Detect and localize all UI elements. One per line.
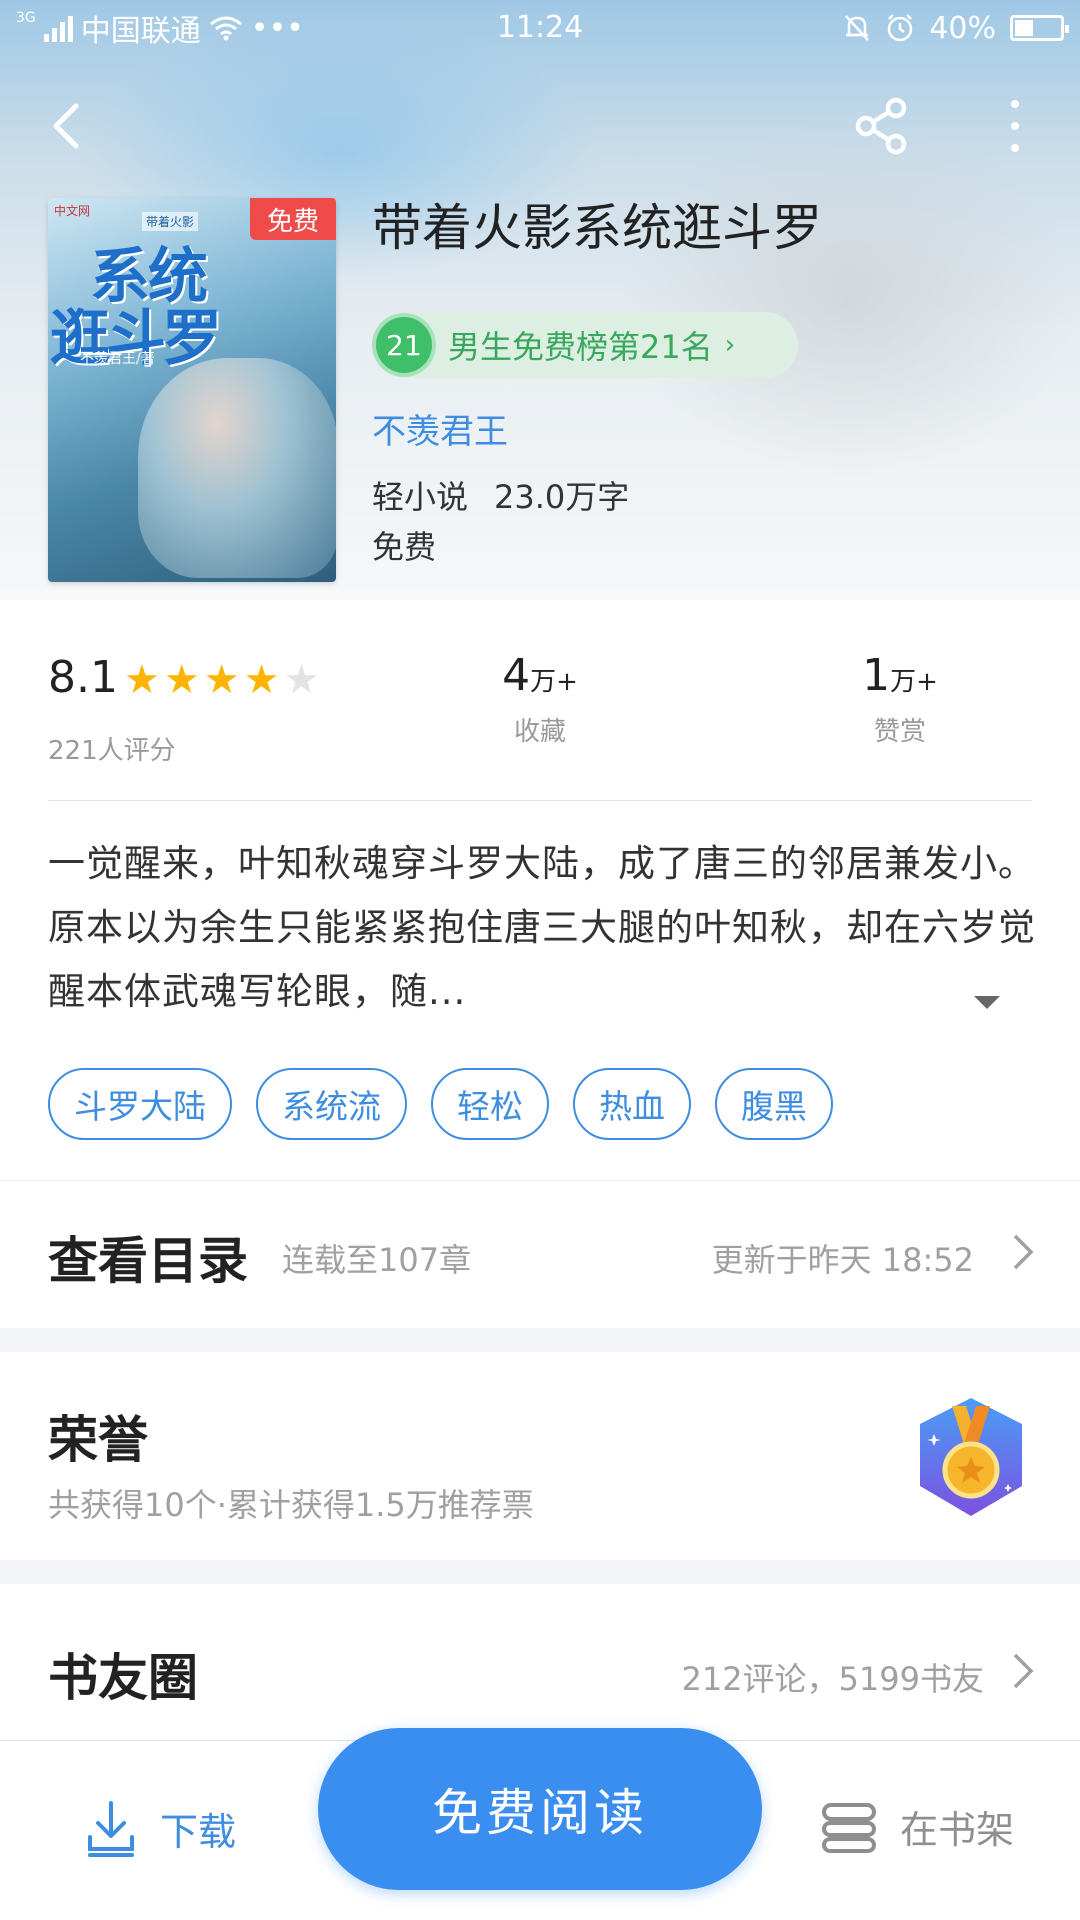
chevron-right-icon	[1013, 1234, 1034, 1270]
expand-triangle-icon[interactable]	[972, 992, 1002, 1012]
status-time: 11:24	[496, 10, 584, 45]
tag-chip[interactable]: 热血	[573, 1068, 691, 1140]
on-shelf-button[interactable]: 在书架	[820, 1799, 1014, 1854]
download-label: 下载	[160, 1809, 237, 1854]
rating-stars: ★ ★ ★ ★ ★	[124, 660, 319, 700]
hero-blur-shade	[620, 120, 1080, 480]
shelf-label: 在书架	[900, 1808, 1015, 1852]
book-description[interactable]: 一觉醒来，叶知秋魂穿斗罗大陆，成了唐三的邻居兼发小。原本以为余生只能紧紧抱住唐三…	[48, 832, 1038, 1024]
book-meta: 轻小说 23.0万字	[372, 472, 629, 518]
chevron-left-icon[interactable]	[40, 96, 100, 156]
cover-illustration	[138, 358, 336, 578]
star-icon: ★	[163, 657, 200, 703]
divider	[48, 800, 1032, 801]
catalog-title: 查看目录	[48, 1231, 248, 1290]
raters-count: 221人评分	[48, 736, 176, 766]
catalog-row[interactable]: 查看目录 连载至107章 更新于昨天 18:52	[0, 1180, 1080, 1328]
honor-title: 荣誉	[48, 1410, 148, 1469]
tag-chip[interactable]: 系统流	[256, 1068, 407, 1140]
book-cover[interactable]: 中文网 带着火影 系统 逛斗罗 不羡君王/著 免费	[48, 198, 336, 582]
tag-chip[interactable]: 斗罗大陆	[48, 1068, 232, 1140]
honor-section[interactable]: 荣誉 共获得10个·累计获得1.5万推荐票	[0, 1352, 1080, 1560]
book-circle-summary: 212评论，5199书友	[681, 1660, 984, 1698]
catalog-status: 连载至107章	[282, 1241, 472, 1279]
tag-list: 斗罗大陆 系统流 轻松 热血 腹黑	[48, 1068, 833, 1140]
top-nav	[0, 86, 1080, 166]
book-summary-card: 8.1 ★ ★ ★ ★ ★ 221人评分 4万+ 收藏 1万+ 赞赏 一觉醒来，叶知秋魂…	[0, 600, 1080, 1180]
book-title: 带着火影系统逛斗罗	[372, 199, 822, 257]
catalog-updated: 更新于昨天 18:52	[711, 1241, 974, 1279]
star-icon: ★	[124, 657, 160, 703]
download-button[interactable]: 下载	[84, 1799, 236, 1857]
favorites-value: 4	[502, 650, 531, 701]
chevron-right-icon: ›	[724, 330, 736, 360]
favorites-unit: 万+	[530, 667, 578, 697]
status-bar: 3G 中国联通 ••• 11:24 40%	[0, 0, 1080, 56]
favorites-stat: 4万+ 收藏	[460, 650, 620, 748]
rewards-label: 赞赏	[873, 717, 926, 747]
word-count: 23.0万字	[494, 478, 630, 516]
book-category: 轻小说	[372, 478, 469, 516]
free-badge: 免费	[250, 198, 336, 240]
honor-summary: 共获得10个·累计获得1.5万推荐票	[48, 1486, 534, 1524]
bookshelf-icon	[822, 1802, 876, 1853]
favorites-label: 收藏	[513, 717, 566, 747]
book-circle-section[interactable]: 书友圈 212评论，5199书友	[0, 1584, 1080, 1744]
rating-score: 8.1	[48, 652, 118, 703]
rank-number: 21	[376, 317, 432, 373]
star-icon: ★	[203, 657, 240, 703]
rank-badge[interactable]: 21 男生免费榜第21名 ›	[372, 312, 798, 378]
tag-chip[interactable]: 腹黑	[715, 1068, 833, 1140]
cover-publisher: 中文网	[54, 204, 91, 218]
star-icon: ★	[243, 657, 280, 703]
medal-icon	[920, 1398, 1022, 1516]
book-info: 带着火影系统逛斗罗 21 男生免费榜第21名 › 不羡君王 轻小说 23.0万字 …	[372, 196, 1052, 566]
star-icon: ★	[283, 657, 320, 703]
rank-label: 男生免费榜第21名	[448, 328, 713, 366]
cover-author: 不羡君王/著	[80, 351, 155, 367]
battery-icon	[1010, 15, 1069, 41]
chevron-right-icon	[1013, 1653, 1034, 1689]
author-link[interactable]: 不羡君王	[372, 404, 508, 453]
rewards-value: 1	[862, 650, 891, 701]
free-read-button[interactable]: 免费阅读	[318, 1728, 762, 1890]
share-icon[interactable]	[850, 94, 914, 158]
book-price: 免费	[372, 528, 437, 566]
book-circle-title: 书友圈	[48, 1648, 198, 1707]
stats-row: 8.1 ★ ★ ★ ★ ★ 221人评分 4万+ 收藏 1万+ 赞赏	[0, 600, 1080, 800]
tag-chip[interactable]: 轻松	[431, 1068, 549, 1140]
download-icon	[88, 1801, 134, 1857]
rewards-unit: 万+	[890, 667, 938, 697]
more-vertical-icon[interactable]	[1000, 94, 1030, 158]
rewards-stat: 1万+ 赞赏	[820, 650, 980, 748]
